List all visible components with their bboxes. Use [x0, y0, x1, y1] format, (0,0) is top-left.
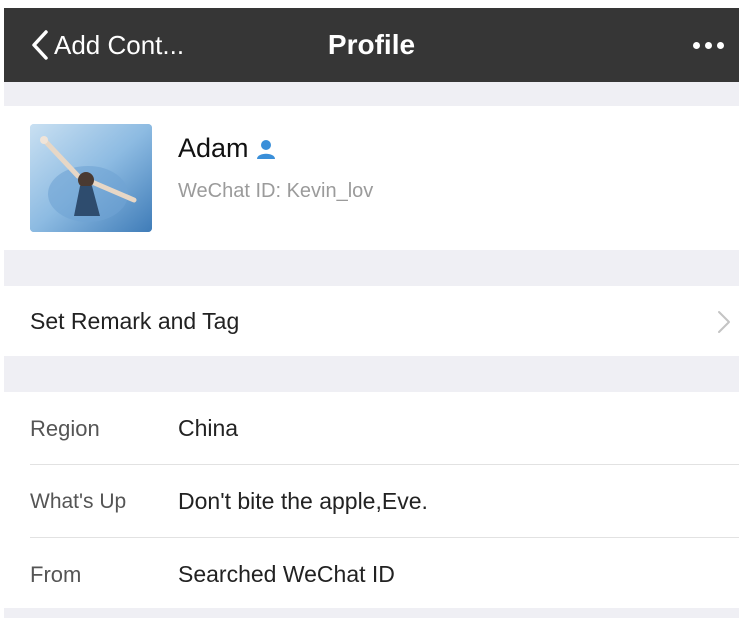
chevron-right-icon	[718, 311, 730, 333]
wechat-id-label: WeChat ID:	[178, 180, 287, 202]
more-dot-icon	[704, 41, 712, 49]
info-row-from: From Searched WeChat ID	[4, 538, 739, 608]
avatar[interactable]	[30, 124, 152, 232]
info-row-whats-up: What's Up Don't bite the apple,Eve.	[4, 465, 739, 537]
back-button[interactable]: Add Cont...	[30, 8, 184, 82]
avatar-photo	[30, 124, 152, 232]
info-label: From	[30, 562, 82, 587]
section-separator	[4, 82, 739, 106]
info-label: What's Up	[30, 490, 127, 513]
info-value: China	[178, 415, 239, 441]
profile-card[interactable]: Adam WeChat ID: Kevin_lov	[4, 106, 739, 250]
wechat-id-value: Kevin_lov	[286, 180, 374, 202]
more-dot-icon	[716, 41, 724, 49]
contact-name: Adam	[178, 133, 249, 163]
wechat-id-row: WeChat ID: Kevin_lov	[178, 180, 373, 203]
set-remark-tag-label: Set Remark and Tag	[30, 308, 240, 334]
set-remark-tag-row[interactable]: Set Remark and Tag	[4, 286, 739, 356]
info-row-region: Region China	[4, 392, 739, 464]
contact-name-row: Adam	[178, 133, 277, 164]
section-separator	[4, 356, 739, 392]
info-label: Region	[30, 416, 100, 441]
chevron-left-icon	[32, 30, 48, 60]
info-value: Searched WeChat ID	[178, 561, 395, 587]
more-dot-icon	[692, 41, 700, 49]
section-separator	[4, 250, 739, 286]
section-separator	[4, 608, 739, 618]
nav-bar: Add Cont... Profile	[4, 8, 739, 82]
contact-person-icon	[256, 139, 275, 159]
info-value: Don't bite the apple,Eve.	[178, 488, 428, 514]
back-button-label: Add Cont...	[54, 29, 185, 60]
info-section: Region China What's Up Don't bite the ap…	[4, 392, 739, 608]
more-options-button[interactable]	[683, 8, 733, 82]
